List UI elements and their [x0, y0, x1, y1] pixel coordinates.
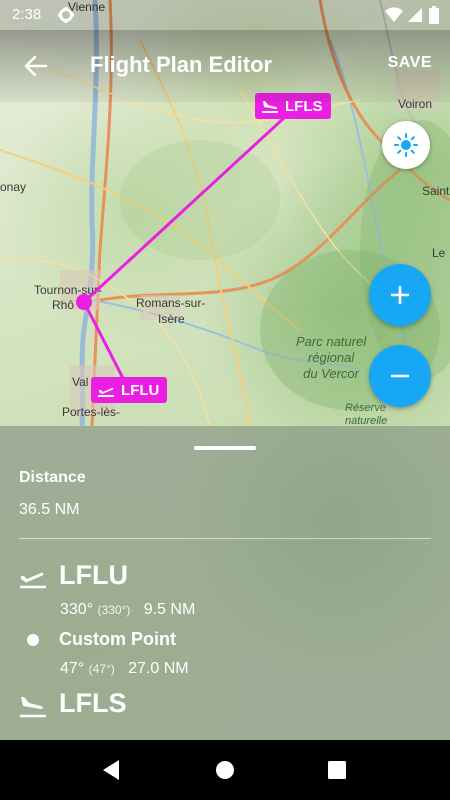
status-time: 2:38	[12, 6, 42, 23]
sheet-drag-handle[interactable]	[194, 446, 256, 450]
nav-recents-button[interactable]	[297, 740, 377, 800]
waypoint-row[interactable]: LFLU	[19, 560, 439, 594]
flight-plan-sheet: Distance 36.5 NM LFLU 330° (330°) 9.5 NM…	[0, 426, 450, 740]
screen: Vienne Voiron Saint Le Tournon-sur- Rhô …	[0, 0, 450, 800]
settings-gear-icon	[58, 7, 74, 23]
back-arrow-icon	[24, 55, 48, 77]
departure-plane-icon	[98, 387, 114, 397]
zoom-out-button[interactable]	[369, 345, 431, 407]
waypoint-name: LFLS	[59, 688, 127, 718]
leg-true-course: 330°	[60, 601, 94, 618]
zoom-in-button[interactable]	[369, 264, 431, 326]
nav-back-icon	[103, 760, 119, 780]
distance-value: 36.5 NM	[19, 501, 80, 518]
leg-distance: 27.0 NM	[128, 660, 189, 677]
waypoint-marker-lflu[interactable]: LFLU	[91, 377, 168, 403]
map-style-button[interactable]	[382, 121, 430, 169]
leg-magnetic-course: (330°)	[97, 603, 131, 617]
save-button[interactable]: SAVE	[388, 54, 432, 72]
nav-home-button[interactable]	[185, 740, 265, 800]
route-leg-2	[82, 104, 299, 304]
plus-icon	[391, 286, 409, 304]
departure-plane-icon	[20, 572, 46, 589]
back-button[interactable]	[20, 50, 52, 82]
waypoint-name: Custom Point	[59, 629, 176, 649]
waypoint-name: LFLU	[59, 560, 128, 590]
nav-back-button[interactable]	[71, 740, 151, 800]
system-nav-bar	[0, 740, 450, 800]
leg-distance: 9.5 NM	[143, 601, 196, 618]
distance-label: Distance	[19, 469, 86, 486]
nav-recents-icon	[328, 761, 346, 779]
arrival-plane-icon	[20, 697, 46, 718]
divider	[19, 538, 431, 539]
status-bar: 2:38	[0, 0, 450, 30]
brightness-icon	[394, 133, 418, 157]
custom-point-handle[interactable]	[76, 294, 92, 310]
wifi-icon	[385, 7, 403, 23]
waypoint-row[interactable]: Custom Point	[19, 628, 439, 654]
minus-icon	[391, 374, 409, 378]
battery-icon	[429, 6, 439, 24]
page-title: Flight Plan Editor	[90, 52, 273, 77]
leg-info: 47° (47°) 27.0 NM	[60, 660, 189, 678]
marker-label: LFLU	[121, 381, 160, 399]
nav-home-icon	[216, 761, 234, 779]
leg-magnetic-course: (47°)	[88, 662, 115, 676]
signal-icon	[408, 8, 422, 22]
leg-info: 330° (330°) 9.5 NM	[60, 601, 195, 619]
point-dot-icon	[27, 634, 39, 646]
app-bar: Flight Plan Editor SAVE	[0, 30, 450, 102]
waypoint-row[interactable]: LFLS	[19, 688, 439, 724]
leg-true-course: 47°	[60, 660, 85, 677]
